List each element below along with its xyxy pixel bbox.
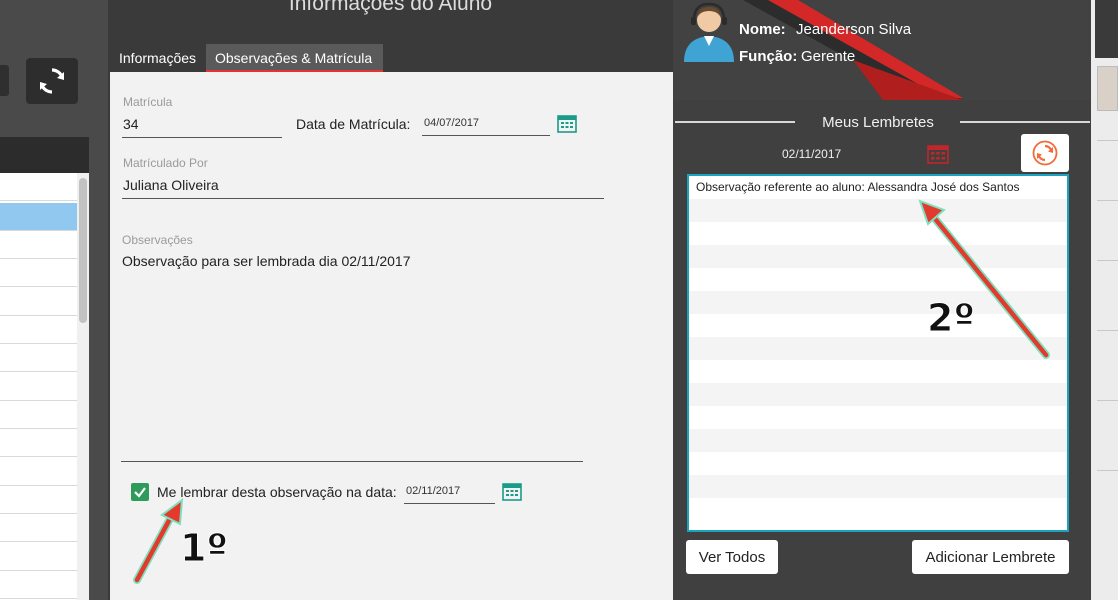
toolbar-button-partial[interactable] [0, 65, 9, 96]
list-item[interactable] [0, 373, 77, 401]
list-item[interactable] [0, 429, 77, 457]
calendar-icon[interactable] [927, 144, 949, 164]
reminders-date: 02/11/2017 [782, 147, 842, 161]
list-item[interactable] [689, 475, 1067, 498]
observacoes-underline [121, 461, 583, 462]
divider [1097, 400, 1118, 401]
refresh-list-button[interactable] [26, 58, 78, 104]
list-item[interactable] [0, 514, 77, 542]
ver-todos-button[interactable]: Ver Todos [686, 540, 778, 574]
background-widget [1097, 66, 1118, 111]
divider [1097, 470, 1118, 471]
separator [960, 121, 1090, 123]
list-item[interactable] [689, 337, 1067, 360]
nome-label: Nome: [739, 21, 786, 38]
nome-value: Jeanderson Silva [796, 21, 912, 38]
divider [1097, 200, 1118, 201]
matriculado-por-underline [122, 198, 604, 199]
matriculado-por-label: Matrículado Por [123, 156, 208, 170]
divider [1097, 330, 1118, 331]
refresh-icon [39, 68, 65, 94]
reminder-date-field[interactable]: 02/11/2017 [406, 485, 460, 497]
list-item[interactable] [0, 401, 77, 429]
refresh-reminders-button[interactable] [1021, 134, 1069, 172]
matriculado-por-field[interactable]: Juliana Oliveira [123, 177, 219, 193]
divider [1097, 140, 1118, 141]
observacoes-label: Observações [122, 233, 193, 247]
list-item[interactable] [689, 199, 1067, 222]
step-1-label: 1º [180, 526, 229, 571]
tab-informacoes[interactable]: Informações [110, 44, 205, 72]
matricula-label: Matrícula [123, 95, 173, 109]
list-item[interactable] [689, 245, 1067, 268]
funcao-label: Função: [739, 48, 798, 65]
list-item[interactable] [689, 452, 1067, 475]
data-matricula-label: Data de Matrícula: [296, 116, 411, 132]
list-item[interactable] [689, 268, 1067, 291]
list-item[interactable] [689, 314, 1067, 337]
list-item[interactable] [0, 458, 77, 486]
checkmark-icon [134, 487, 146, 498]
reminder-item-text[interactable]: Observação referente ao aluno: Alessandr… [696, 180, 1020, 194]
list-item[interactable] [0, 173, 77, 201]
calendar-icon[interactable] [557, 114, 577, 133]
reminder-date-underline [404, 503, 495, 504]
list-item[interactable] [0, 231, 77, 259]
divider [1097, 260, 1118, 261]
list-item[interactable] [0, 316, 77, 344]
list-item[interactable] [689, 222, 1067, 245]
student-list[interactable] [0, 173, 77, 600]
matricula-field[interactable]: 34 [123, 116, 139, 132]
window-title: Informações do Aluno [288, 0, 493, 15]
list-item[interactable] [0, 543, 77, 571]
data-matricula-field[interactable]: 04/07/2017 [424, 117, 479, 129]
list-header [0, 137, 89, 173]
list-item[interactable] [689, 291, 1067, 314]
refresh-icon [1032, 140, 1058, 166]
list-item[interactable] [0, 486, 77, 514]
separator [675, 121, 795, 123]
list-item[interactable] [689, 429, 1067, 452]
reminder-checkbox-label[interactable]: Me lembrar desta observação na data: [157, 484, 397, 500]
form-panel [110, 72, 673, 600]
funcao-value: Gerente [801, 48, 856, 65]
step-2-label: 2º [927, 296, 976, 341]
list-item[interactable] [0, 344, 77, 372]
list-item[interactable] [689, 406, 1067, 429]
user-avatar [684, 2, 734, 62]
list-scrollbar-thumb[interactable] [79, 178, 87, 323]
matricula-underline [122, 137, 282, 138]
list-item[interactable] [689, 498, 1067, 521]
list-item[interactable] [0, 288, 77, 316]
tab-observacoes-matricula[interactable]: Observações & Matrícula [206, 44, 383, 72]
list-item-selected[interactable] [0, 203, 77, 231]
observacoes-textarea[interactable]: Observação para ser lembrada dia 02/11/2… [122, 253, 410, 269]
reminders-title: Meus Lembretes [822, 114, 934, 131]
list-item[interactable] [689, 360, 1067, 383]
list-item[interactable] [0, 571, 77, 599]
adicionar-lembrete-button[interactable]: Adicionar Lembrete [912, 540, 1069, 574]
calendar-icon[interactable] [502, 482, 522, 501]
background-window-header [1095, 0, 1118, 58]
reminder-checkbox[interactable] [131, 483, 149, 501]
list-item[interactable] [689, 383, 1067, 406]
data-matricula-underline [422, 135, 550, 136]
reminders-list[interactable] [687, 174, 1069, 532]
list-item[interactable] [0, 259, 77, 287]
